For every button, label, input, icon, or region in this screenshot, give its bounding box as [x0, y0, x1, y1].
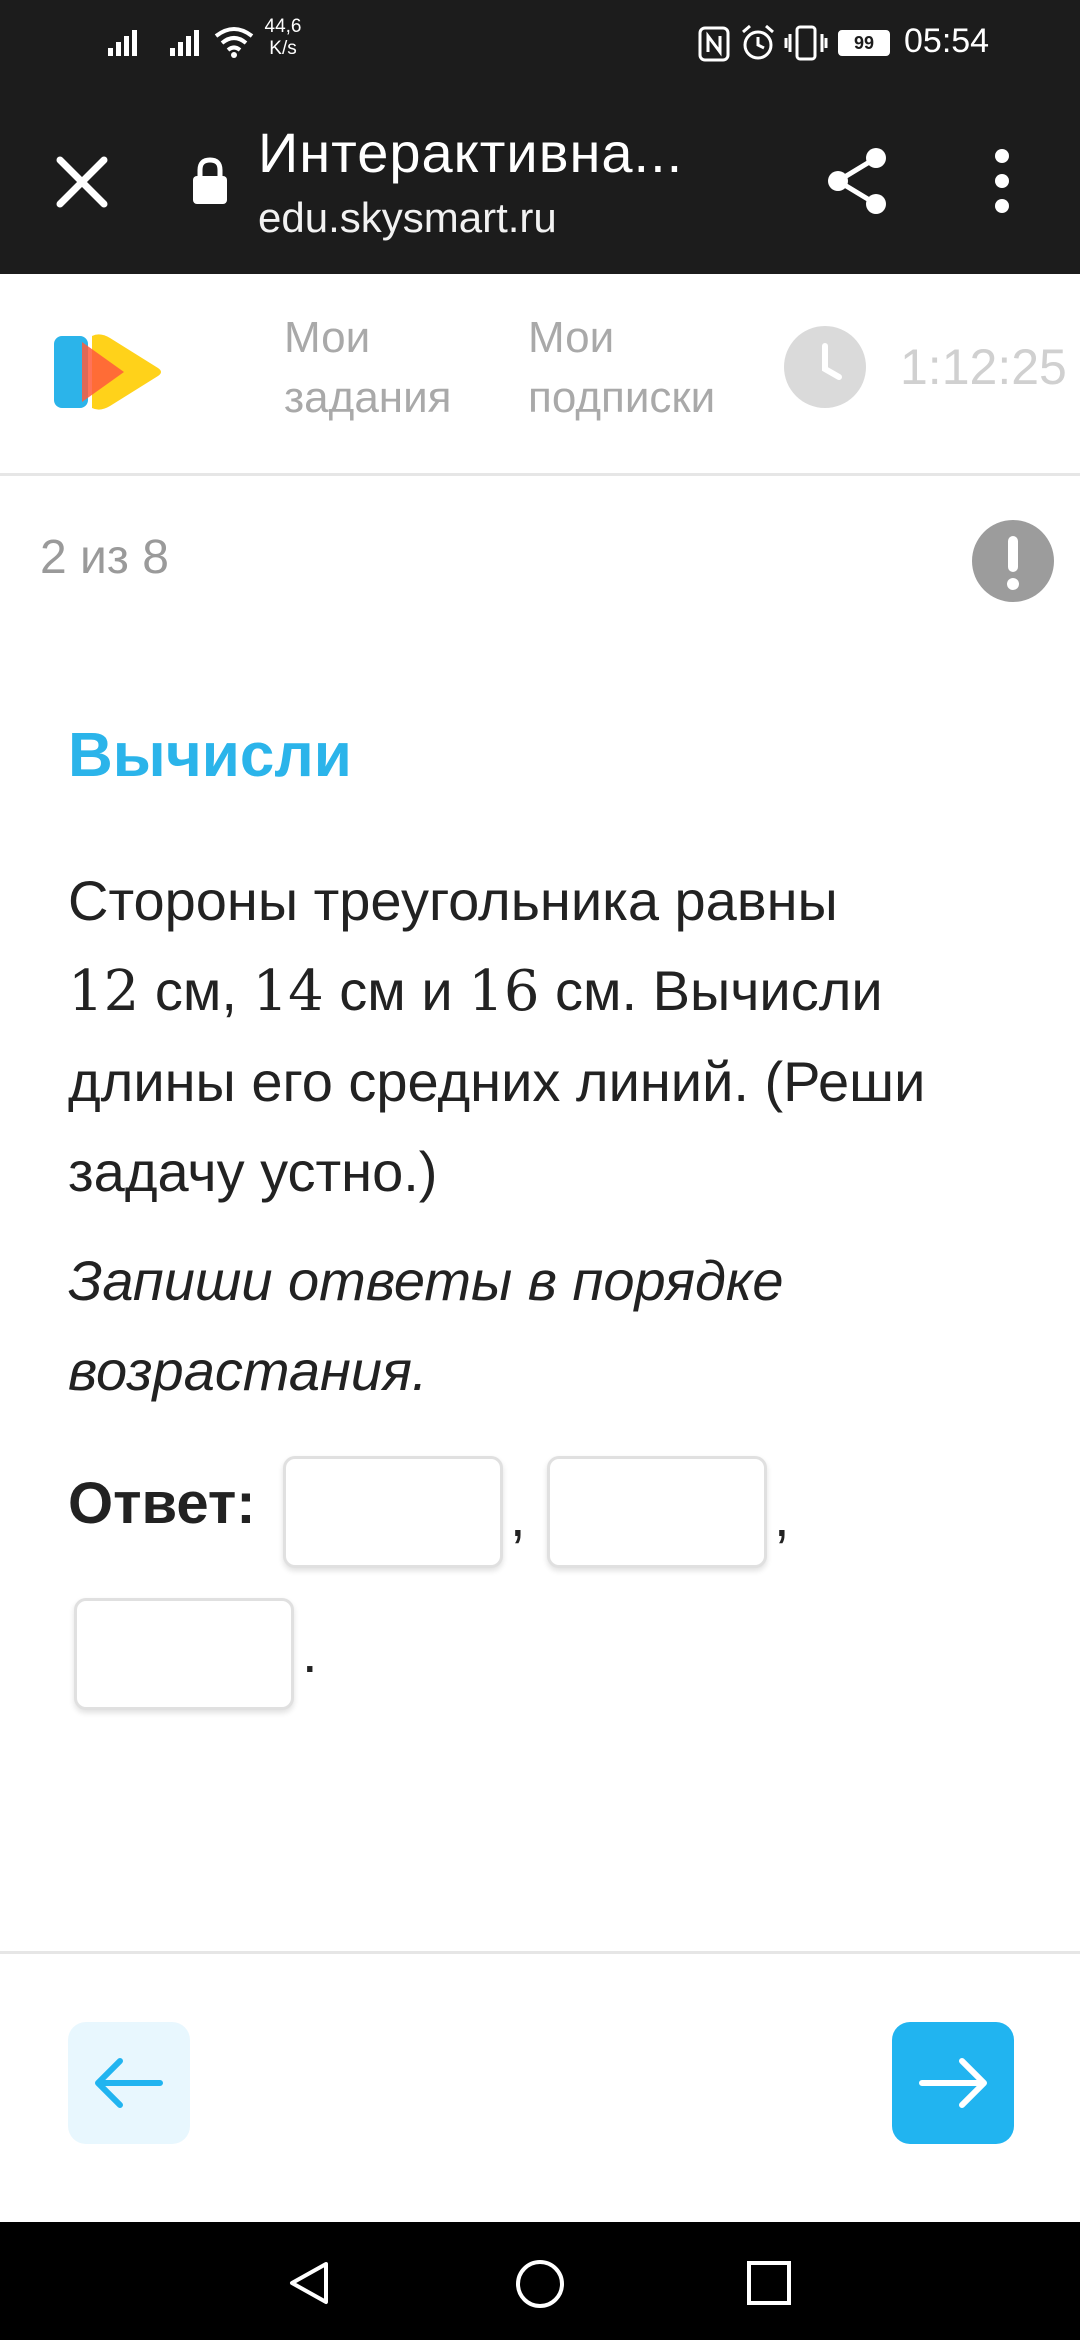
- arrow-right-icon: [919, 2058, 987, 2108]
- app-header: Мои задания Мои подписки 1:12:25: [0, 274, 1080, 476]
- network-speed: 44,6 K/s: [264, 16, 302, 59]
- answer-label: Ответ:: [68, 1471, 256, 1536]
- task-statement: Стороны треугольника равны 12 см, 14 см …: [68, 869, 926, 1203]
- browser-toolbar: Интерактивна... edu.skysmart.ru: [0, 90, 1080, 274]
- share-icon[interactable]: [824, 146, 890, 216]
- back-icon[interactable]: [284, 2258, 334, 2308]
- answer-field-1[interactable]: [286, 1459, 500, 1565]
- lock-icon: [193, 157, 227, 204]
- previous-task-button[interactable]: [68, 2022, 190, 2144]
- close-icon[interactable]: [54, 154, 110, 210]
- answer-field-3[interactable]: [77, 1601, 291, 1707]
- page-title: Интерактивна...: [258, 121, 684, 184]
- page-url[interactable]: edu.skysmart.ru: [258, 194, 557, 242]
- status-bar: 44,6 K/s 99 05:54: [0, 0, 1080, 90]
- signal-icon: [170, 26, 206, 56]
- answer-field-2[interactable]: [550, 1459, 764, 1565]
- signal-icon: [108, 26, 144, 56]
- report-problem-icon[interactable]: [972, 520, 1054, 602]
- next-task-button[interactable]: [892, 2022, 1014, 2144]
- status-time: 05:54: [904, 22, 990, 60]
- task-timer: 1:12:25: [900, 339, 1067, 395]
- arrow-left-icon: [95, 2058, 163, 2108]
- more-vert-icon[interactable]: [990, 148, 1014, 214]
- vibrate-icon: [784, 25, 828, 61]
- nav-my-tasks[interactable]: Мои задания: [284, 308, 452, 428]
- nfc-icon: [698, 26, 730, 62]
- footer-divider: [0, 1951, 1080, 1954]
- answer-terminator: .: [302, 1621, 318, 1684]
- battery-icon: 99: [838, 30, 890, 56]
- nav-my-subscriptions[interactable]: Мои подписки: [528, 308, 715, 428]
- answer-input-1[interactable]: [283, 1456, 503, 1568]
- alarm-icon: [742, 24, 774, 60]
- home-icon[interactable]: [514, 2258, 566, 2310]
- answer-separator: ,: [510, 1485, 526, 1548]
- clock-icon: [784, 326, 866, 408]
- system-navigation-bar: [0, 2222, 1080, 2340]
- wifi-icon: [214, 27, 254, 58]
- answer-separator: ,: [774, 1485, 790, 1548]
- task-progress: 2 из 8: [40, 531, 169, 584]
- answer-input-3[interactable]: [74, 1598, 294, 1710]
- skysmart-logo-icon[interactable]: [54, 332, 162, 412]
- recents-icon[interactable]: [746, 2260, 792, 2306]
- task-heading: Вычисли: [68, 721, 352, 790]
- answer-input-2[interactable]: [547, 1456, 767, 1568]
- task-hint: Запиши ответы в порядке возрастания.: [68, 1249, 784, 1402]
